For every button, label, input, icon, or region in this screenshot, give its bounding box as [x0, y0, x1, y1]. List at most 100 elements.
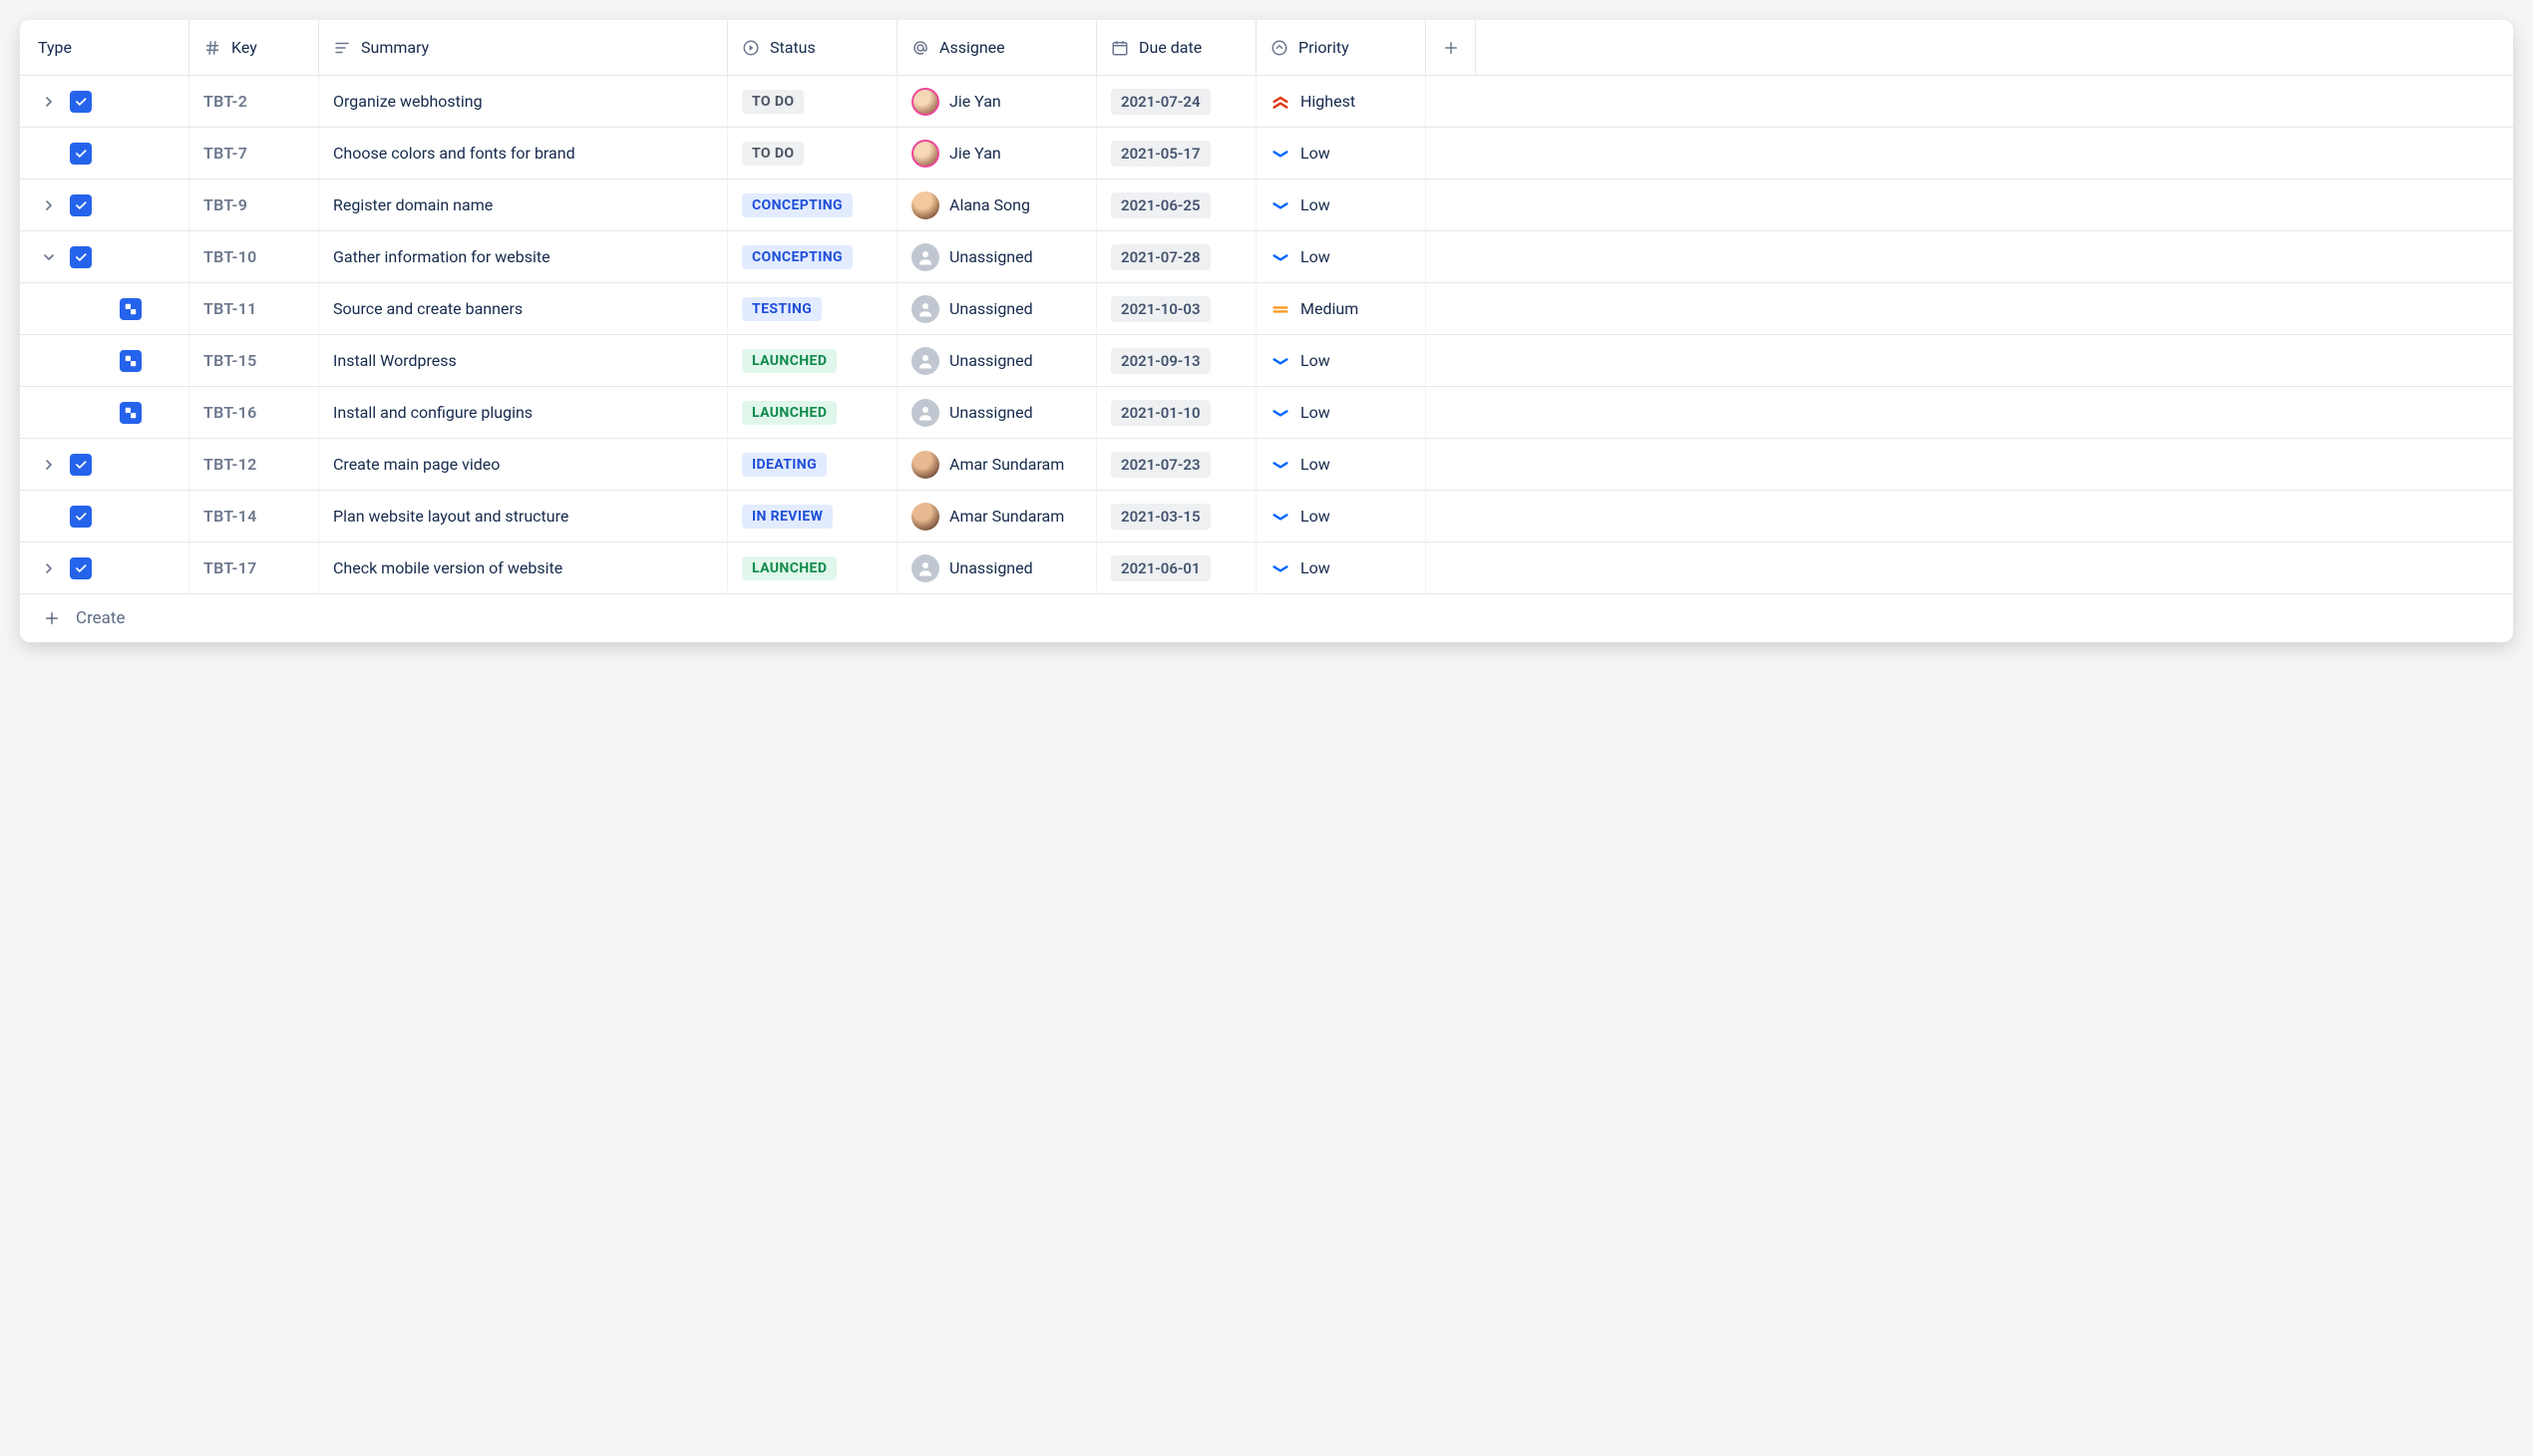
cell-priority[interactable]: Low — [1257, 439, 1426, 490]
cell-summary[interactable]: Organize webhosting — [319, 76, 728, 127]
col-assignee-header[interactable]: Assignee — [898, 20, 1097, 75]
cell-due-date[interactable]: 2021-01-10 — [1097, 387, 1257, 438]
table-row[interactable]: TBT-2Organize webhostingTO DO Jie Yan 2021… — [20, 76, 2513, 128]
cell-priority[interactable]: Low — [1257, 387, 1426, 438]
table-header-row: Type Key Summary Status Assignee — [20, 20, 2513, 76]
add-column-button[interactable] — [1426, 20, 1476, 75]
table-row[interactable]: TBT-16Install and configure pluginsLAUNC… — [20, 387, 2513, 439]
cell-key[interactable]: TBT-2 — [189, 76, 319, 127]
cell-priority[interactable]: Medium — [1257, 283, 1426, 334]
table-row[interactable]: TBT-12Create main page videoIDEATINGAmar… — [20, 439, 2513, 491]
cell-priority[interactable]: Low — [1257, 231, 1426, 282]
col-status-header[interactable]: Status — [728, 20, 898, 75]
priority-wrapper: Low — [1270, 144, 1330, 163]
chevron-right-icon[interactable] — [38, 194, 60, 216]
col-duedate-header[interactable]: Due date — [1097, 20, 1257, 75]
cell-key[interactable]: TBT-16 — [189, 387, 319, 438]
cell-due-date[interactable]: 2021-07-24 — [1097, 76, 1257, 127]
assignee-name: Jie Yan — [949, 92, 1001, 111]
cell-due-date[interactable]: 2021-07-28 — [1097, 231, 1257, 282]
cell-status[interactable]: CONCEPTING — [728, 231, 898, 282]
col-priority-header[interactable]: Priority — [1257, 20, 1426, 75]
cell-assignee[interactable]: Unassigned — [898, 283, 1097, 334]
issue-summary: Plan website layout and structure — [333, 507, 568, 526]
cell-priority[interactable]: Low — [1257, 180, 1426, 230]
cell-status[interactable]: IDEATING — [728, 439, 898, 490]
cell-key[interactable]: TBT-7 — [189, 128, 319, 179]
cell-assignee[interactable]: Unassigned — [898, 387, 1097, 438]
priority-label: Low — [1300, 351, 1330, 370]
cell-status[interactable]: LAUNCHED — [728, 387, 898, 438]
cell-due-date[interactable]: 2021-09-13 — [1097, 335, 1257, 386]
cell-key[interactable]: TBT-9 — [189, 180, 319, 230]
chevron-right-icon[interactable] — [38, 557, 60, 579]
cell-status[interactable]: TO DO — [728, 76, 898, 127]
chevron-right-icon[interactable] — [38, 454, 60, 476]
col-type-header[interactable]: Type — [20, 20, 189, 75]
priority-label: Low — [1300, 144, 1330, 163]
cell-summary[interactable]: Source and create banners — [319, 283, 728, 334]
cell-status[interactable]: IN REVIEW — [728, 491, 898, 542]
cell-assignee[interactable]: Alana Song — [898, 180, 1097, 230]
cell-due-date[interactable]: 2021-07-23 — [1097, 439, 1257, 490]
cell-status[interactable]: TESTING — [728, 283, 898, 334]
cell-due-date[interactable]: 2021-06-25 — [1097, 180, 1257, 230]
chevron-right-icon[interactable] — [38, 91, 60, 113]
cell-assignee[interactable]: Jie Yan — [898, 128, 1097, 179]
due-date-badge: 2021-01-10 — [1111, 400, 1211, 426]
cell-priority[interactable]: Low — [1257, 491, 1426, 542]
cell-summary[interactable]: Choose colors and fonts for brand — [319, 128, 728, 179]
cell-type — [20, 491, 189, 542]
col-key-header[interactable]: Key — [189, 20, 319, 75]
task-icon — [70, 557, 92, 579]
cell-summary[interactable]: Install and configure plugins — [319, 387, 728, 438]
cell-summary[interactable]: Register domain name — [319, 180, 728, 230]
cell-priority[interactable]: Low — [1257, 543, 1426, 593]
table-row[interactable]: TBT-11Source and create bannersTESTINGUn… — [20, 283, 2513, 335]
cell-summary[interactable]: Check mobile version of website — [319, 543, 728, 593]
cell-priority[interactable]: Low — [1257, 128, 1426, 179]
table-row[interactable]: TBT-17 Check mobile version of websiteLAU… — [20, 543, 2513, 594]
priority-label: Low — [1300, 195, 1330, 214]
cell-key[interactable]: TBT-10 — [189, 231, 319, 282]
table-row[interactable]: TBT-7Choose colors and fonts for brandTO… — [20, 128, 2513, 180]
cell-assignee[interactable]: Unassigned — [898, 231, 1097, 282]
cell-assignee[interactable]: Unassigned — [898, 543, 1097, 593]
priority-low-icon — [1270, 197, 1290, 213]
table-row[interactable]: TBT-9Register domain nameCONCEPTINGAlana… — [20, 180, 2513, 231]
cell-summary[interactable]: Create main page video — [319, 439, 728, 490]
cell-assignee[interactable]: Amar Sundaram — [898, 439, 1097, 490]
cell-status[interactable]: TO DO — [728, 128, 898, 179]
priority-wrapper: Low — [1270, 558, 1330, 577]
col-summary-header[interactable]: Summary — [319, 20, 728, 75]
cell-due-date[interactable]: 2021-06-01 — [1097, 543, 1257, 593]
cell-key[interactable]: TBT-12 — [189, 439, 319, 490]
cell-summary[interactable]: Plan website layout and structure — [319, 491, 728, 542]
cell-assignee[interactable]: Unassigned — [898, 335, 1097, 386]
table-row[interactable]: TBT-15Install WordpressLAUNCHEDUnassigne… — [20, 335, 2513, 387]
cell-status[interactable]: LAUNCHED — [728, 335, 898, 386]
cell-summary[interactable]: Gather information for website — [319, 231, 728, 282]
table-row[interactable]: TBT-10Gather information for websiteCONC… — [20, 231, 2513, 283]
cell-key[interactable]: TBT-15 — [189, 335, 319, 386]
table-row[interactable]: TBT-14 Plan website layout and structure I… — [20, 491, 2513, 543]
cell-priority[interactable]: Highest — [1257, 76, 1426, 127]
priority-header-icon — [1270, 39, 1288, 57]
cell-status[interactable]: LAUNCHED — [728, 543, 898, 593]
cell-summary[interactable]: Install Wordpress — [319, 335, 728, 386]
cell-key[interactable]: TBT-17 — [189, 543, 319, 593]
cell-due-date[interactable]: 2021-10-03 — [1097, 283, 1257, 334]
cell-priority[interactable]: Low — [1257, 335, 1426, 386]
create-button[interactable]: Create — [20, 594, 2513, 642]
due-date-badge: 2021-06-01 — [1111, 555, 1211, 581]
cell-assignee[interactable]: Jie Yan — [898, 76, 1097, 127]
cell-status[interactable]: CONCEPTING — [728, 180, 898, 230]
cell-key[interactable]: TBT-14 — [189, 491, 319, 542]
cell-trailing-empty — [1426, 543, 1476, 593]
cell-due-date[interactable]: 2021-05-17 — [1097, 128, 1257, 179]
chevron-down-icon[interactable] — [38, 246, 60, 268]
cell-key[interactable]: TBT-11 — [189, 283, 319, 334]
issue-key: TBT-17 — [203, 558, 257, 577]
cell-due-date[interactable]: 2021-03-15 — [1097, 491, 1257, 542]
cell-assignee[interactable]: Amar Sundaram — [898, 491, 1097, 542]
